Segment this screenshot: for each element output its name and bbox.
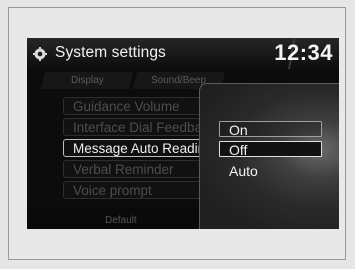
option-on[interactable]: On bbox=[219, 121, 322, 138]
options-popup: On Off Auto bbox=[199, 83, 339, 229]
settings-list: Guidance Volume Interface Dial Feedback … bbox=[27, 93, 199, 203]
tab-display-label: Display bbox=[70, 75, 104, 86]
gear-icon bbox=[33, 47, 47, 61]
page-title: System settings bbox=[55, 44, 166, 61]
nav-screen: System settings 12:34 Display Sound/Beep… bbox=[27, 38, 339, 229]
option-off[interactable]: Off bbox=[219, 141, 322, 158]
list-item-verbal-reminder[interactable]: Verbal Reminder bbox=[63, 160, 199, 178]
list-item-guidance-volume[interactable]: Guidance Volume bbox=[63, 97, 199, 115]
clock: 12:34 bbox=[274, 40, 333, 65]
list-item-interface-dial-feedback[interactable]: Interface Dial Feedback bbox=[63, 118, 199, 136]
header-bar: System settings 12:34 bbox=[27, 38, 339, 69]
option-auto[interactable]: Auto bbox=[219, 162, 322, 179]
default-button[interactable]: Default bbox=[105, 215, 137, 226]
tab-sound-beep-label: Sound/Beep bbox=[151, 75, 207, 86]
list-item-message-auto-reading[interactable]: Message Auto Reading bbox=[63, 139, 199, 157]
list-item-voice-prompt[interactable]: Voice prompt bbox=[63, 181, 199, 199]
tab-display[interactable]: Display bbox=[40, 72, 134, 89]
